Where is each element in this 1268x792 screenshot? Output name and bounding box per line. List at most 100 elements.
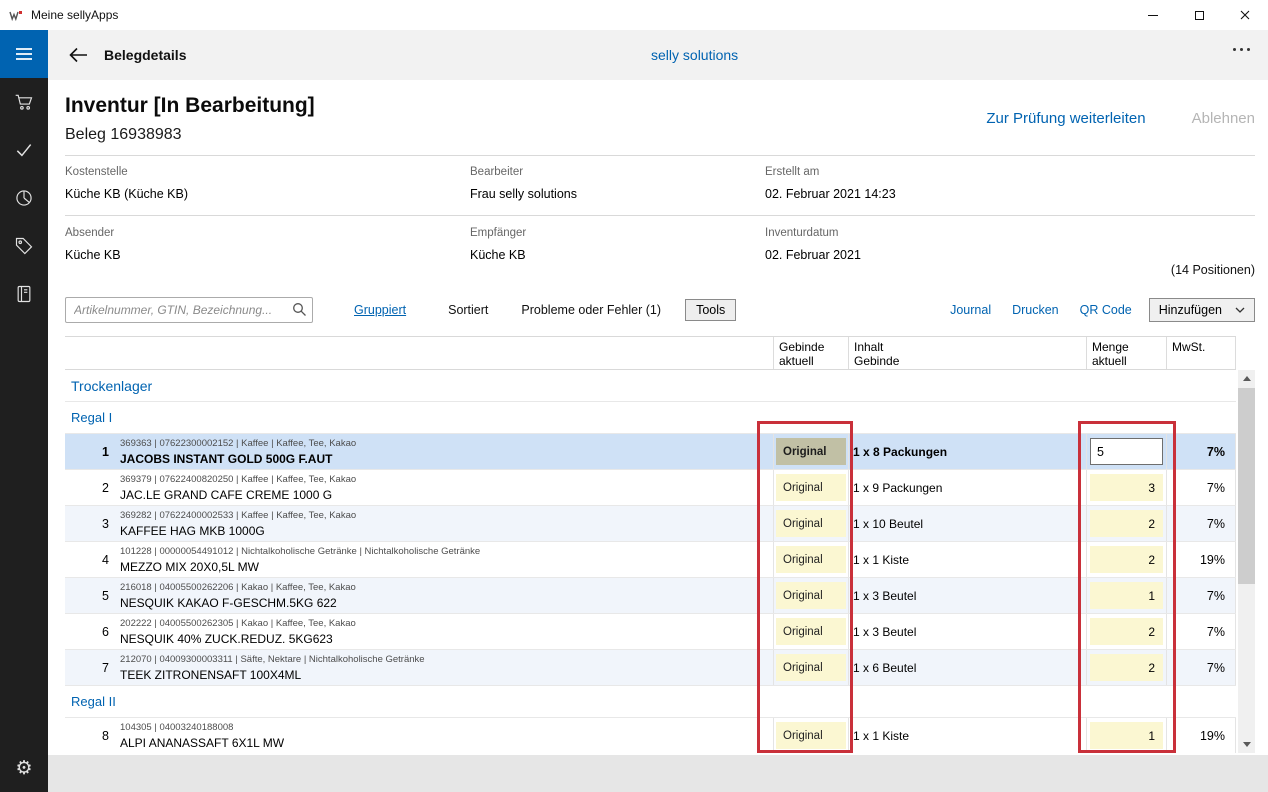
menge-cell: 1 bbox=[1086, 718, 1166, 753]
row-number: 7 bbox=[65, 650, 118, 685]
item-meta: 104305 | 04003240188008 bbox=[120, 722, 773, 733]
item-name: JACOBS INSTANT GOLD 500G F.AUT bbox=[120, 452, 773, 466]
sidebar-item-reports[interactable] bbox=[0, 174, 48, 222]
scrollbar-thumb[interactable] bbox=[1238, 388, 1255, 584]
gebinde-value[interactable]: Original bbox=[776, 474, 846, 501]
item-name: ALPI ANANASSAFT 6X1L MW bbox=[120, 736, 773, 750]
inhalt-value: 1 x 1 Kiste bbox=[848, 718, 1086, 753]
gebinde-value[interactable]: Original bbox=[776, 438, 846, 465]
table-row[interactable]: 2 369379 | 07622400820250 | Kaffee | Kaf… bbox=[65, 470, 1236, 506]
footer-strip bbox=[48, 755, 1268, 792]
main-panel: Inventur [In Bearbeitung] Beleg 16938983… bbox=[48, 80, 1268, 753]
drucken-link[interactable]: Drucken bbox=[1012, 303, 1059, 317]
sortiert-toggle[interactable]: Sortiert bbox=[448, 303, 488, 317]
menge-cell bbox=[1086, 434, 1166, 469]
shelf-row[interactable]: Regal I bbox=[65, 402, 1236, 434]
vertical-scrollbar[interactable] bbox=[1238, 370, 1255, 753]
field-erstellt-am: Erstellt am 02. Februar 2021 14:23 bbox=[765, 166, 1255, 215]
inhalt-value: 1 x 8 Packungen bbox=[848, 434, 1086, 469]
mwst-value: 7% bbox=[1166, 434, 1236, 469]
col-gebinde-aktuell: Gebindeaktuell bbox=[773, 337, 848, 369]
search-box bbox=[65, 297, 313, 323]
scroll-up-button[interactable] bbox=[1238, 370, 1255, 387]
close-icon bbox=[1240, 10, 1250, 20]
group-label: Trockenlager bbox=[71, 378, 152, 394]
sidebar-item-journal[interactable] bbox=[0, 270, 48, 318]
inhalt-value: 1 x 6 Beutel bbox=[848, 650, 1086, 685]
gebinde-value[interactable]: Original bbox=[776, 618, 846, 645]
sidebar-item-prices[interactable] bbox=[0, 222, 48, 270]
reject-button[interactable]: Ablehnen bbox=[1192, 110, 1255, 127]
more-button[interactable] bbox=[1233, 48, 1250, 51]
qr-code-link[interactable]: QR Code bbox=[1080, 303, 1132, 317]
table-row[interactable]: 6 202222 | 04005500262305 | Kakao | Kaff… bbox=[65, 614, 1236, 650]
hinzufuegen-button[interactable]: Hinzufügen bbox=[1149, 298, 1255, 322]
table-row[interactable]: 4 101228 | 00000054491012 | Nichtalkohol… bbox=[65, 542, 1236, 578]
table-row[interactable]: 8 104305 | 04003240188008 ALPI ANANASSAF… bbox=[65, 718, 1236, 753]
minimize-icon bbox=[1148, 15, 1158, 16]
mwst-value: 19% bbox=[1166, 542, 1236, 577]
item-meta: 369363 | 07622300002152 | Kaffee | Kaffe… bbox=[120, 438, 773, 449]
table-body: Trockenlager Regal I 1 369363 | 07622300… bbox=[65, 370, 1236, 753]
menge-value[interactable]: 2 bbox=[1090, 654, 1163, 681]
section-row[interactable]: Trockenlager bbox=[65, 370, 1236, 402]
search-input[interactable] bbox=[65, 297, 313, 323]
menge-input[interactable] bbox=[1090, 438, 1163, 465]
minimize-button[interactable] bbox=[1130, 0, 1176, 30]
menge-value[interactable]: 2 bbox=[1090, 618, 1163, 645]
scroll-down-icon bbox=[1243, 742, 1251, 747]
menge-value[interactable]: 1 bbox=[1090, 582, 1163, 609]
mwst-value: 19% bbox=[1166, 718, 1236, 753]
sidebar-item-settings[interactable]: ⚙ bbox=[0, 744, 48, 792]
table-header: Gebindeaktuell InhaltGebinde Mengeaktuel… bbox=[65, 336, 1236, 370]
probleme-filter[interactable]: Probleme oder Fehler (1) bbox=[521, 303, 661, 317]
table-row[interactable]: 1 369363 | 07622300002152 | Kaffee | Kaf… bbox=[65, 434, 1236, 470]
inhalt-value: 1 x 9 Packungen bbox=[848, 470, 1086, 505]
tools-button[interactable]: Tools bbox=[685, 299, 736, 321]
app-header: Belegdetails selly solutions bbox=[48, 30, 1268, 80]
menge-cell: 2 bbox=[1086, 506, 1166, 541]
row-number: 1 bbox=[65, 434, 118, 469]
menge-cell: 2 bbox=[1086, 650, 1166, 685]
table-row[interactable]: 7 212070 | 04009300003311 | Säfte, Nekta… bbox=[65, 650, 1236, 686]
back-button[interactable] bbox=[64, 41, 92, 69]
gear-icon: ⚙ bbox=[15, 757, 32, 779]
checkmark-icon bbox=[14, 140, 34, 160]
item-name: JAC.LE GRAND CAFE CREME 1000 G bbox=[120, 488, 773, 502]
col-mwst: MwSt. bbox=[1166, 337, 1236, 369]
brand-label: selly solutions bbox=[651, 47, 738, 63]
menge-value[interactable]: 1 bbox=[1090, 722, 1163, 749]
maximize-button[interactable] bbox=[1176, 0, 1222, 30]
sidebar-item-tasks[interactable] bbox=[0, 126, 48, 174]
forward-for-review-button[interactable]: Zur Prüfung weiterleiten bbox=[986, 110, 1145, 127]
close-button[interactable] bbox=[1222, 0, 1268, 30]
table-row[interactable]: 5 216018 | 04005500262206 | Kakao | Kaff… bbox=[65, 578, 1236, 614]
gruppiert-toggle[interactable]: Gruppiert bbox=[354, 303, 406, 317]
menu-button[interactable] bbox=[0, 30, 48, 78]
scroll-up-icon bbox=[1243, 376, 1251, 381]
item-name: NESQUIK KAKAO F-GESCHM.5KG 622 bbox=[120, 596, 773, 610]
toolbar: Gruppiert Sortiert Probleme oder Fehler … bbox=[65, 297, 1255, 323]
scroll-down-button[interactable] bbox=[1238, 736, 1255, 753]
more-icon bbox=[1233, 48, 1236, 51]
mwst-value: 7% bbox=[1166, 578, 1236, 613]
field-bearbeiter: Bearbeiter Frau selly solutions bbox=[470, 166, 765, 215]
sidebar-item-cart[interactable] bbox=[0, 78, 48, 126]
item-name: TEEK ZITRONENSAFT 100X4ML bbox=[120, 668, 773, 682]
window-controls bbox=[1130, 0, 1268, 30]
search-icon[interactable] bbox=[292, 302, 307, 322]
shelf-row[interactable]: Regal II bbox=[65, 686, 1236, 718]
menge-value[interactable]: 3 bbox=[1090, 474, 1163, 501]
menge-value[interactable]: 2 bbox=[1090, 546, 1163, 573]
menge-value[interactable]: 2 bbox=[1090, 510, 1163, 537]
gebinde-value[interactable]: Original bbox=[776, 722, 846, 749]
gebinde-value[interactable]: Original bbox=[776, 654, 846, 681]
mwst-value: 7% bbox=[1166, 614, 1236, 649]
gebinde-value[interactable]: Original bbox=[776, 510, 846, 537]
gebinde-value[interactable]: Original bbox=[776, 582, 846, 609]
journal-link[interactable]: Journal bbox=[950, 303, 991, 317]
table-row[interactable]: 3 369282 | 07622400002533 | Kaffee | Kaf… bbox=[65, 506, 1236, 542]
gebinde-value[interactable]: Original bbox=[776, 546, 846, 573]
group-label: Regal II bbox=[71, 694, 116, 709]
item-meta: 369379 | 07622400820250 | Kaffee | Kaffe… bbox=[120, 474, 773, 485]
